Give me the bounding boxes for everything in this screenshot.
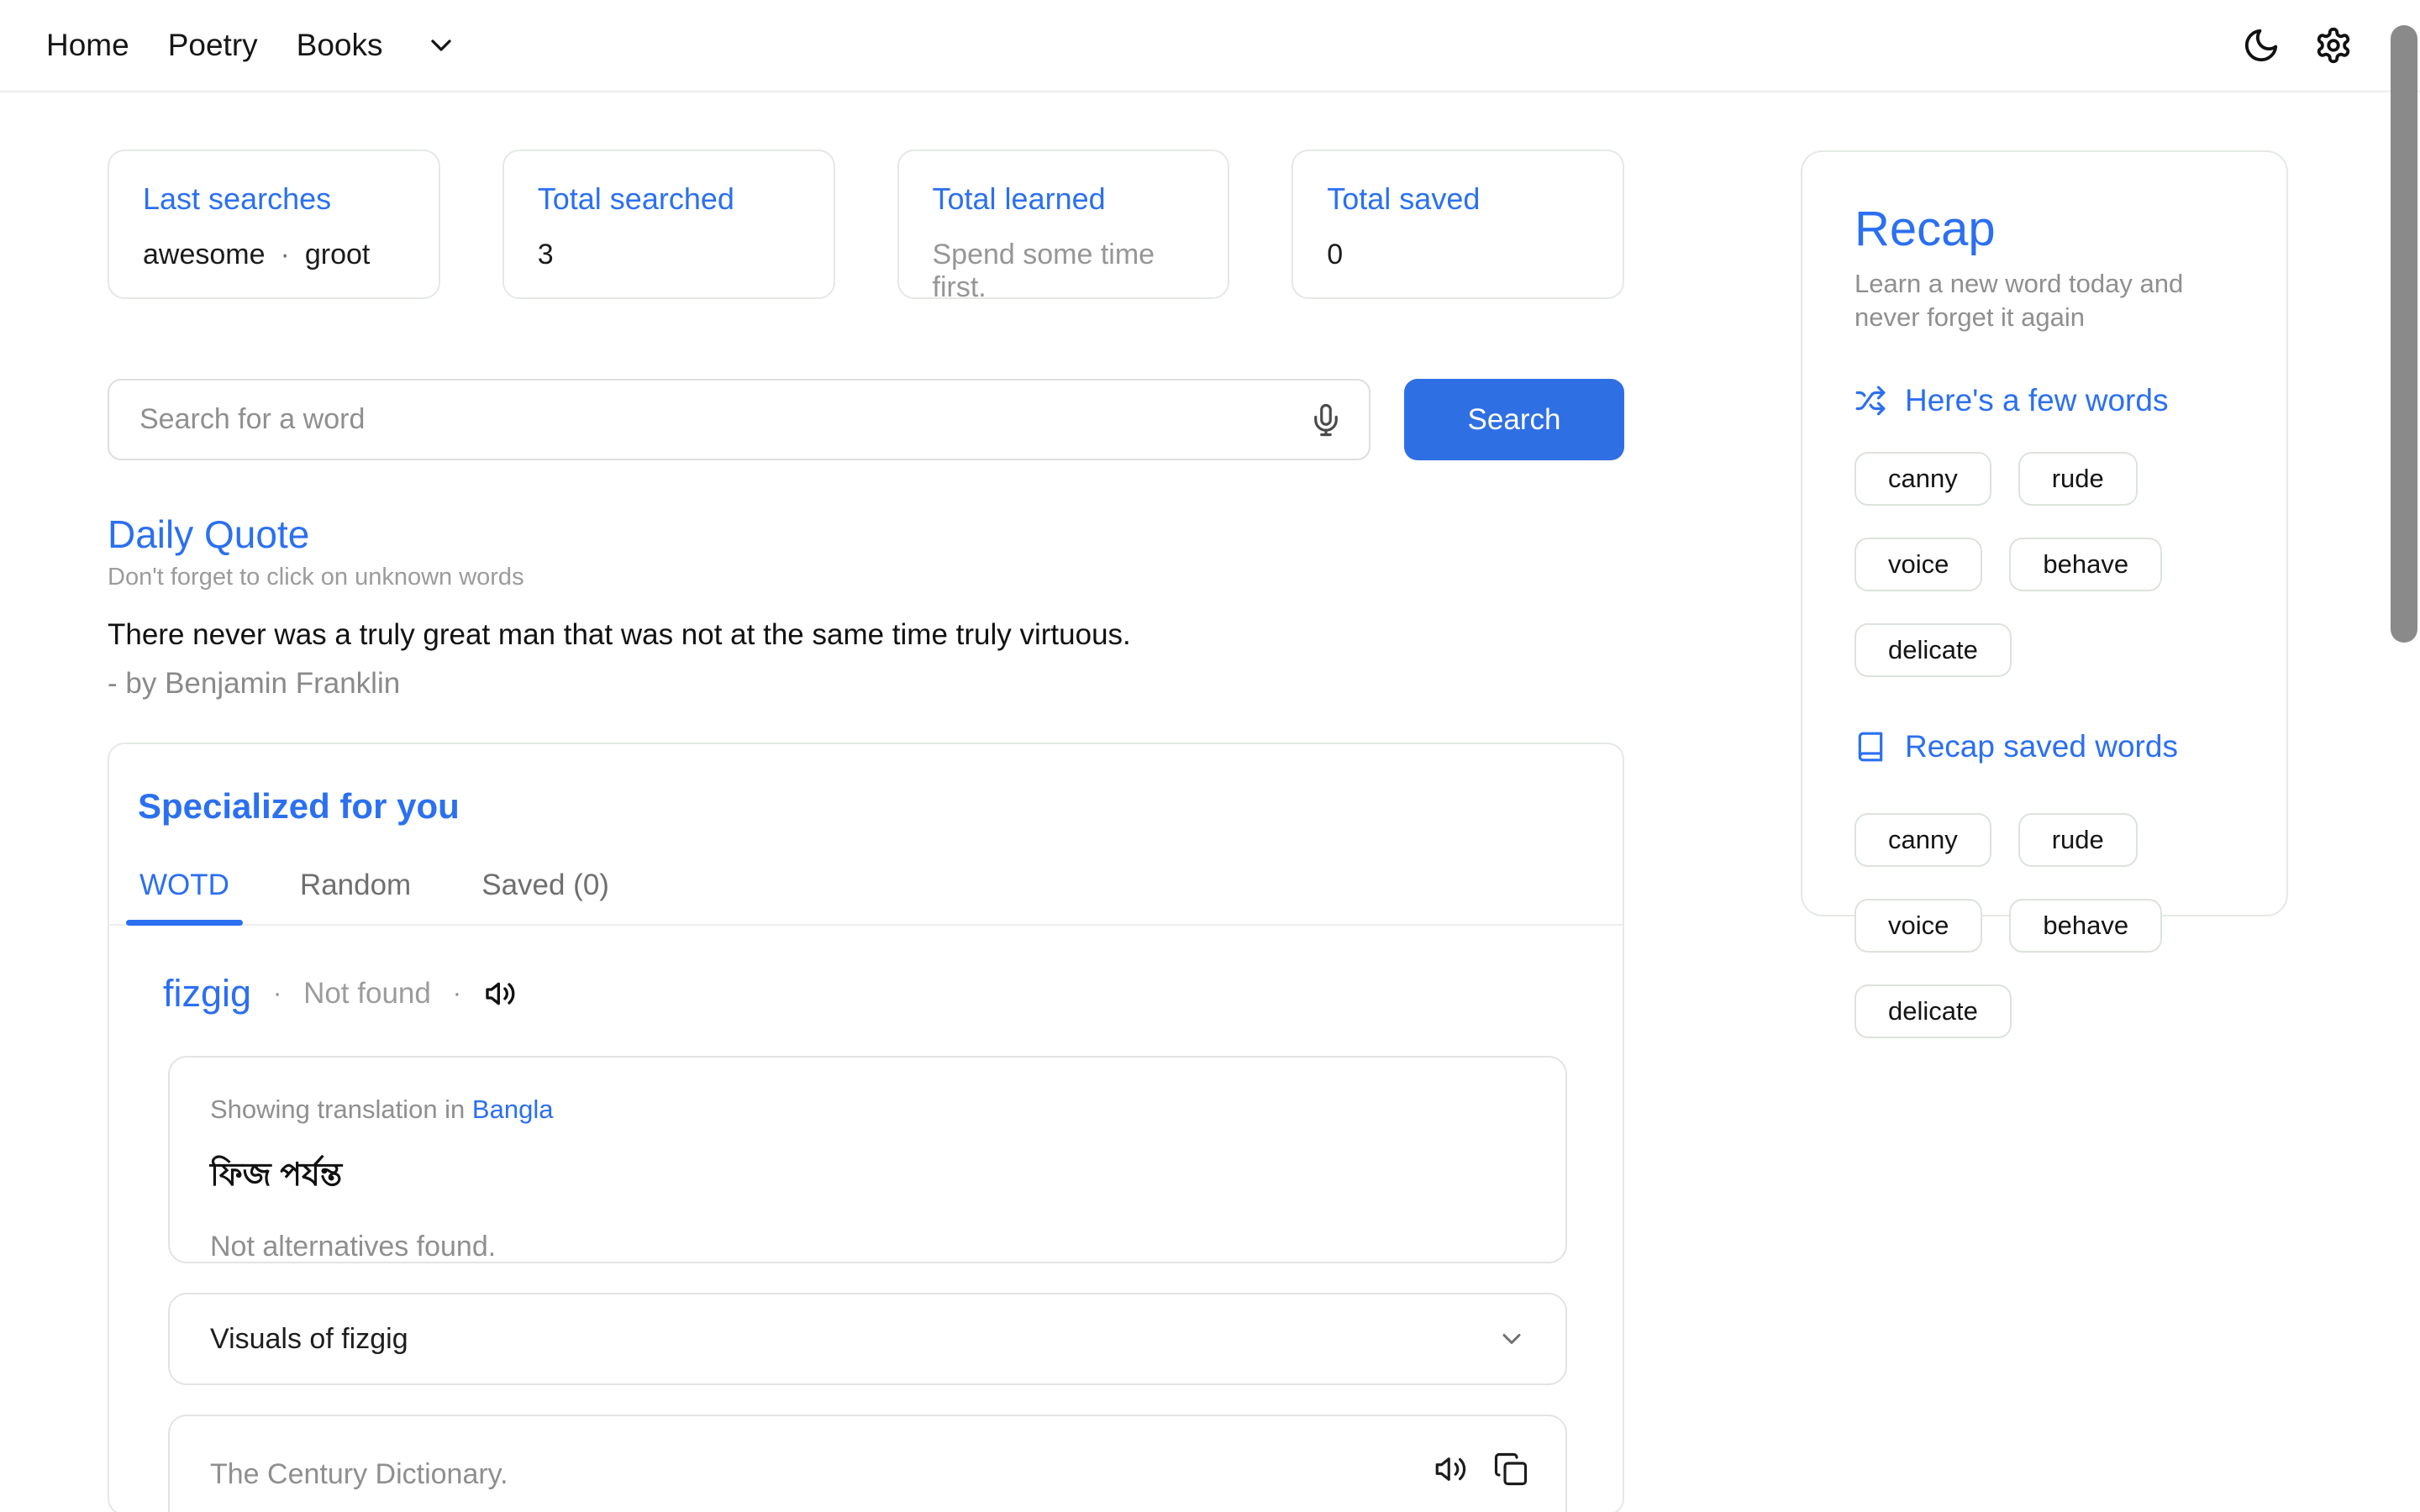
scrollbar[interactable] xyxy=(2391,25,2417,643)
dark-mode-toggle-button[interactable] xyxy=(2242,26,2281,65)
nav-item-books[interactable]: Books xyxy=(297,28,383,63)
few-words-label: Here's a few words xyxy=(1905,383,2168,418)
recap-word-chip[interactable]: voice xyxy=(1854,899,1982,953)
moon-icon xyxy=(2242,26,2281,65)
visuals-label: Visuals of fizgig xyxy=(210,1323,408,1356)
recap-saved-word-chips: canny rude voice behave delicate xyxy=(1854,813,2249,1038)
gear-icon xyxy=(2314,26,2353,65)
nav-item-poetry[interactable]: Poetry xyxy=(168,28,258,63)
translation-alternatives: Not alternatives found. xyxy=(210,1231,1532,1263)
recap-saved-words-link[interactable]: Recap saved words xyxy=(1854,729,2244,764)
main-nav: Home Poetry Books xyxy=(46,28,458,63)
daily-quote-title: Daily Quote xyxy=(108,513,1624,555)
tab-saved[interactable]: Saved (0) xyxy=(468,869,623,924)
main-content: Last searches awesome · groot Total sear… xyxy=(108,150,1624,1512)
voice-search-button[interactable] xyxy=(1308,402,1344,438)
dictionary-source-box: The Century Dictionary. xyxy=(168,1415,1567,1512)
stat-card-title: Last searches xyxy=(143,181,413,217)
stats-row: Last searches awesome · groot Total sear… xyxy=(108,150,1624,299)
recap-word-chip[interactable]: rude xyxy=(2018,452,2138,506)
recap-word-chip[interactable]: behave xyxy=(2009,538,2162,591)
dot-separator: · xyxy=(453,979,461,1008)
dot-separator: · xyxy=(281,239,290,271)
speaker-icon xyxy=(483,977,517,1011)
search-button[interactable]: Search xyxy=(1404,379,1624,460)
daily-quote-subtitle: Don't forget to click on unknown words xyxy=(108,564,1624,591)
stat-card-title: Total learned xyxy=(933,181,1203,217)
search-input[interactable] xyxy=(139,403,1308,436)
stat-card-last-searches: Last searches awesome · groot xyxy=(108,150,440,299)
stat-card-total-learned: Total learned Spend some time first. xyxy=(897,150,1230,299)
recap-word-chip[interactable]: canny xyxy=(1854,452,1991,506)
nav-actions xyxy=(2242,26,2380,65)
stat-card-value: Spend some time first. xyxy=(933,239,1203,304)
nav-item-home[interactable]: Home xyxy=(46,28,129,63)
translated-word: ফিজ পর্যন্ত xyxy=(210,1150,1532,1204)
recap-title: Recap xyxy=(1854,201,2244,257)
speaker-icon xyxy=(1433,1452,1468,1487)
pronounce-word-button[interactable] xyxy=(483,977,517,1011)
daily-quote-text[interactable]: There never was a truly great man that w… xyxy=(108,618,1624,652)
recap-word-chip[interactable]: delicate xyxy=(1854,984,2012,1038)
stat-card-value: 0 xyxy=(1327,239,1597,271)
search-box xyxy=(108,379,1370,460)
last-search-word[interactable]: groot xyxy=(305,239,371,271)
stat-card-value: 3 xyxy=(538,239,808,271)
recap-word-chip[interactable]: delicate xyxy=(1854,623,2012,677)
dictionary-source-label: The Century Dictionary. xyxy=(210,1458,508,1491)
translation-box: Showing translation in Bangla ফিজ পর্যন্… xyxy=(168,1056,1567,1263)
few-words-link[interactable]: Here's a few words xyxy=(1854,383,2244,418)
recap-word-chip[interactable]: rude xyxy=(2018,813,2138,867)
shuffle-icon xyxy=(1854,385,1886,417)
word-status: Not found xyxy=(303,977,431,1011)
stat-card-title: Total searched xyxy=(538,181,808,217)
stat-card-total-saved: Total saved 0 xyxy=(1292,150,1624,299)
tab-wotd[interactable]: WOTD xyxy=(126,869,243,924)
translation-caption-text: Showing translation in xyxy=(210,1095,472,1124)
book-icon xyxy=(1854,731,1886,763)
dot-separator: · xyxy=(273,979,281,1008)
top-nav: Home Poetry Books xyxy=(0,0,2420,92)
recap-word-chip[interactable]: canny xyxy=(1854,813,1991,867)
chevron-down-icon xyxy=(1497,1324,1527,1354)
chevron-down-icon xyxy=(424,29,458,62)
recap-word-chip[interactable]: behave xyxy=(2009,899,2162,953)
translation-caption: Showing translation in Bangla xyxy=(210,1095,1532,1125)
recap-saved-words-label: Recap saved words xyxy=(1905,729,2178,764)
specialized-card: Specialized for you WOTD Random Saved (0… xyxy=(108,743,1624,1512)
copy-icon xyxy=(1493,1452,1528,1487)
specialized-tabs: WOTD Random Saved (0) xyxy=(109,869,1623,926)
specialized-title: Specialized for you xyxy=(109,786,1623,827)
translation-language-link[interactable]: Bangla xyxy=(472,1095,554,1124)
recap-card: Recap Learn a new word today and never f… xyxy=(1801,150,2288,916)
visuals-accordion[interactable]: Visuals of fizgig xyxy=(168,1293,1567,1385)
daily-quote-section: Daily Quote Don't forget to click on unk… xyxy=(108,513,1624,701)
word-header-row: fizgig · Not found · xyxy=(109,972,1623,1016)
settings-button[interactable] xyxy=(2314,26,2353,65)
word-title[interactable]: fizgig xyxy=(163,972,251,1016)
last-search-word[interactable]: awesome xyxy=(143,239,266,271)
stat-card-value: awesome · groot xyxy=(143,239,413,271)
read-aloud-button[interactable] xyxy=(1433,1452,1468,1487)
daily-quote-attribution: - by Benjamin Franklin xyxy=(108,667,1624,701)
stat-card-total-searched: Total searched 3 xyxy=(502,150,835,299)
dictionary-source-actions xyxy=(1433,1452,1528,1487)
recap-word-chips: canny rude voice behave delicate xyxy=(1854,452,2249,677)
tab-random[interactable]: Random xyxy=(287,869,424,924)
recap-word-chip[interactable]: voice xyxy=(1854,538,1982,591)
nav-more-chevron-button[interactable] xyxy=(424,29,458,62)
microphone-icon xyxy=(1308,402,1344,438)
copy-button[interactable] xyxy=(1493,1452,1528,1487)
stat-card-title: Total saved xyxy=(1327,181,1597,217)
recap-subtitle: Learn a new word today and never forget … xyxy=(1854,267,2224,334)
search-row: Search xyxy=(108,379,1624,460)
